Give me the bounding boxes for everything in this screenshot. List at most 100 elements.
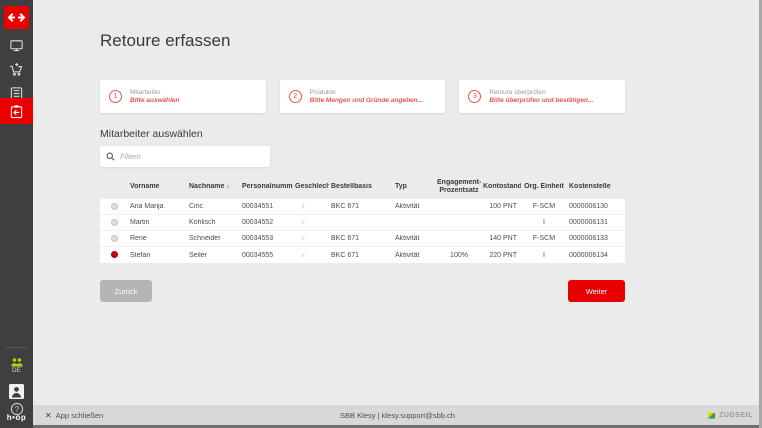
- column-header-7[interactable]: Kontostand: [481, 183, 521, 191]
- zugseil-logo-icon: [707, 411, 716, 420]
- column-header-8[interactable]: Org. Einheit: [521, 183, 567, 191]
- step-number: 3: [473, 93, 477, 100]
- org-einheit-cell: I: [521, 252, 567, 259]
- language-selector[interactable]: DE: [0, 367, 33, 374]
- column-header-6[interactable]: Engagement-Prozentsatz: [437, 179, 481, 196]
- zugseil-brand-label: ZUGSEIL: [719, 412, 753, 419]
- step-number-badge: 1: [109, 90, 122, 103]
- table-header-row: Vorname Nachname↓ Personalnummer Geschle…: [100, 175, 625, 199]
- app-close-label: App schließen: [56, 411, 104, 420]
- hop-logo: h•op: [0, 413, 33, 422]
- step-number: 2: [293, 93, 297, 100]
- personalnummer-cell: 00034551: [240, 203, 293, 210]
- monitor-icon: [9, 38, 24, 53]
- sidebar-item-dashboard[interactable]: [0, 33, 33, 58]
- step-number-badge: 3: [468, 90, 481, 103]
- footer-bar: ✕ App schließen SBB Klesy | klesy.suppor…: [33, 405, 762, 428]
- add-to-cart-icon: [9, 62, 24, 77]
- column-header-label: Geschlecht: [295, 183, 329, 190]
- gender-male-icon: ♂: [293, 218, 329, 227]
- org-einheit-cell: F-SCM: [521, 203, 567, 210]
- back-button[interactable]: Zurück: [100, 280, 152, 302]
- support-info: SBB Klesy | klesy.support@sbb.ch: [340, 411, 455, 420]
- column-header-9[interactable]: Kostenstelle: [567, 183, 625, 191]
- column-header-label: Personalnummer: [242, 183, 293, 190]
- bestellbasis-cell: BKC 671: [329, 203, 393, 210]
- sidebar-item-order[interactable]: [0, 57, 33, 82]
- close-icon: ✕: [45, 411, 52, 420]
- step-card-2[interactable]: 2 Produkte Bitte Mengen und Gründe angeb…: [280, 80, 446, 113]
- select-cell: [100, 251, 128, 258]
- vorname-cell: Stefan: [128, 252, 187, 259]
- column-header-label: Org. Einheit: [524, 183, 564, 190]
- column-header-5[interactable]: Typ: [393, 183, 437, 191]
- vorname-cell: Ana Marija: [128, 203, 187, 210]
- table-header: Vorname Nachname↓ Personalnummer Geschle…: [100, 175, 625, 199]
- table-body: Ana Marija Ciric 00034551 ♀ BKC 671 Akti…: [100, 199, 625, 263]
- personalnummer-cell: 00034553: [240, 235, 293, 242]
- sort-descending-icon[interactable]: ↓: [226, 184, 229, 190]
- page-title: Retoure erfassen: [100, 31, 230, 51]
- sbb-logo[interactable]: [4, 6, 29, 29]
- row-select-radio[interactable]: [111, 251, 118, 258]
- column-header-label: Bestellbasis: [331, 183, 372, 190]
- next-button[interactable]: Weiter: [568, 280, 625, 302]
- column-header-2[interactable]: Personalnummer: [240, 183, 293, 191]
- column-header-label: Vorname: [130, 183, 159, 190]
- personalnummer-cell: 00034555: [240, 252, 293, 259]
- return-clipboard-icon: [9, 104, 24, 119]
- column-header-label: Engagement-Prozentsatz: [437, 179, 481, 194]
- select-cell: [100, 235, 128, 242]
- select-cell: [100, 219, 128, 226]
- sidebar-divider: [6, 347, 27, 348]
- kontostand-cell: 220 PNT: [481, 252, 521, 259]
- column-header-4[interactable]: Bestellbasis: [329, 183, 393, 191]
- step-card-3[interactable]: 3 Retoure überprüfen Bitte überprüfen un…: [459, 80, 625, 113]
- row-select-radio[interactable]: [111, 235, 118, 242]
- typ-cell: Aktivität: [393, 252, 437, 259]
- gender-male-icon: ♂: [293, 251, 329, 260]
- kostenstelle-cell: 0000006134: [567, 252, 625, 259]
- column-header-label: Nachname: [189, 183, 224, 190]
- engagement-cell: 100%: [437, 252, 481, 259]
- org-einheit-cell: I: [521, 219, 567, 226]
- svg-text:?: ?: [14, 404, 19, 413]
- table-row[interactable]: Stefan Seiler 00034555 ♂ BKC 671 Aktivit…: [100, 247, 625, 263]
- row-select-radio[interactable]: [111, 219, 118, 226]
- column-header-label: Kontostand: [483, 183, 521, 190]
- step-hint: Bitte Mengen und Gründe angeben...: [310, 97, 423, 104]
- step-label: Retoure überprüfen: [489, 89, 593, 96]
- column-header-label: Typ: [395, 183, 407, 190]
- kontostand-cell: 100 PNT: [481, 203, 521, 210]
- sbb-double-arrow-icon: [6, 12, 27, 23]
- sidebar: DE ? h•op: [0, 0, 33, 428]
- column-header-3[interactable]: Geschlecht: [293, 183, 329, 191]
- kostenstelle-cell: 0000006133: [567, 235, 625, 242]
- bestellbasis-cell: BKC 671: [329, 235, 393, 242]
- filter-input[interactable]: [120, 152, 264, 161]
- step-hint: Bitte auswählen: [130, 97, 179, 104]
- table-row[interactable]: Rene Schneider 00034553 ♂ BKC 671 Aktivi…: [100, 231, 625, 247]
- select-cell: [100, 203, 128, 210]
- gender-female-icon: ♀: [293, 202, 329, 211]
- personalnummer-cell: 00034552: [240, 219, 293, 226]
- kostenstelle-cell: 0000006131: [567, 219, 625, 226]
- stepper: 1 Mitarbeiter Bitte auswählen 2 Produkte…: [100, 80, 625, 113]
- app-close-button[interactable]: ✕ App schließen: [45, 411, 103, 420]
- kontostand-cell: 140 PNT: [481, 235, 521, 242]
- step-number-badge: 2: [289, 90, 302, 103]
- filter-box: [100, 146, 270, 167]
- column-header-0[interactable]: Vorname: [128, 183, 187, 191]
- table-row[interactable]: Ana Marija Ciric 00034551 ♀ BKC 671 Akti…: [100, 199, 625, 215]
- sidebar-item-retoure[interactable]: [0, 98, 33, 124]
- section-title: Mitarbeiter auswählen: [100, 128, 203, 140]
- column-header-label: Kostenstelle: [569, 183, 611, 190]
- org-einheit-cell: F-SCM: [521, 235, 567, 242]
- table-row[interactable]: Martin Kohlisch 00034552 ♂ I 0000006131: [100, 215, 625, 231]
- row-select-radio[interactable]: [111, 203, 118, 210]
- typ-cell: Aktivität: [393, 235, 437, 242]
- step-label: Mitarbeiter: [130, 89, 179, 96]
- step-card-1[interactable]: 1 Mitarbeiter Bitte auswählen: [100, 80, 266, 113]
- zugseil-brand: ZUGSEIL: [707, 411, 753, 420]
- column-header-1[interactable]: Nachname↓: [187, 183, 240, 191]
